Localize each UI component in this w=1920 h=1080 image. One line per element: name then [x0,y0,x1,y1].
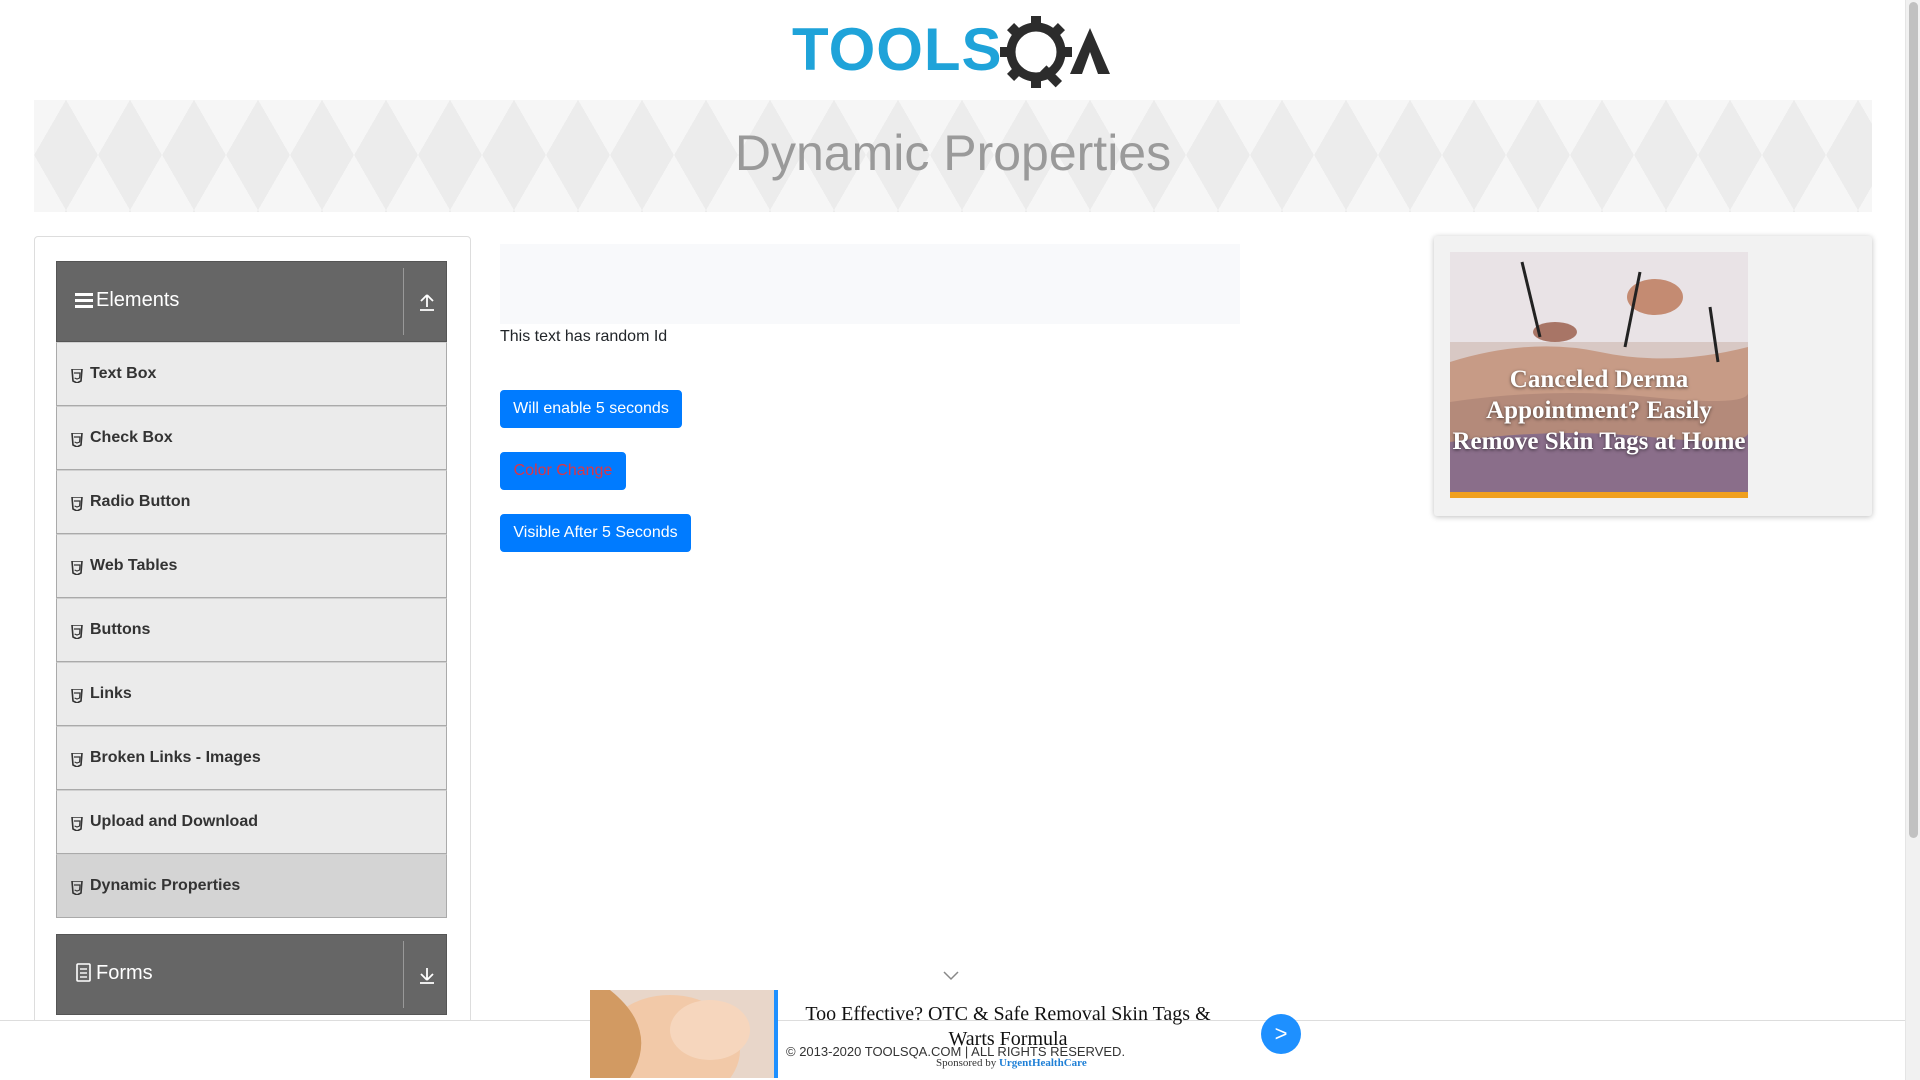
ad-sponsor-name[interactable]: UrgentHealthCare [999,1057,1087,1069]
elements-menu-list: Text Box Check Box Radio Button Web Tabl… [56,342,447,918]
html-icon [71,881,83,895]
menu-item-buttons[interactable]: Buttons [56,598,447,662]
group-divider [403,268,404,335]
menu-item-label: Text Box [90,365,157,382]
collapse-up-icon[interactable] [416,291,438,313]
menu-item-label: Dynamic Properties [90,877,241,894]
color-change-button[interactable]: Color Change [500,452,626,490]
ad-accent-bar [774,990,778,1078]
group-header-forms[interactable]: Forms [56,934,447,1015]
html-icon [71,561,83,575]
menu-item-label: Links [90,685,132,702]
random-id-text: This text has random Id [500,328,668,345]
ad-headline[interactable]: Too Effective? OTC & Safe Removal Skin T… [786,1002,1230,1052]
svg-text:TOOLS: TOOLS [792,16,1003,83]
sidebar: Elements Text Box Check Box Radio Button… [34,236,471,1080]
expand-down-icon[interactable] [416,964,438,986]
menu-item-upload-download[interactable]: Upload and Download [56,790,447,854]
toolsqa-logo[interactable]: TOOLS [792,14,1116,90]
menu-item-text-box[interactable]: Text Box [56,342,447,406]
ad-next-button[interactable]: > [1261,1014,1301,1054]
ad-sponsor-prefix: Sponsored by [936,1057,997,1069]
html-icon [71,625,83,639]
menu-item-label: Buttons [90,621,151,638]
group-label-forms: Forms [96,962,153,984]
enable-after-button[interactable]: Will enable 5 seconds [500,390,682,428]
menu-item-check-box[interactable]: Check Box [56,406,447,470]
ad-caption: Canceled Derma Appointment? Easily Remov… [1452,366,1746,455]
ad-image [590,990,774,1078]
document-icon [76,963,91,982]
menu-item-dynamic-properties[interactable]: Dynamic Properties [56,854,447,918]
html-icon [71,369,83,383]
html-icon [71,817,83,831]
menu-item-label: Upload and Download [90,813,258,830]
menu-item-web-tables[interactable]: Web Tables [56,534,447,598]
ad-sponsor-line: Sponsored by UrgentHealthCare [936,1057,1087,1069]
group-header-elements[interactable]: Elements [56,261,447,342]
menu-item-label: Check Box [90,429,173,446]
scrollbar-thumb[interactable] [1909,2,1918,838]
html-icon [71,497,83,511]
menu-item-radio-button[interactable]: Radio Button [56,470,447,534]
menu-item-links[interactable]: Links [56,662,447,726]
html-icon [71,689,83,703]
menu-item-label: Radio Button [90,493,191,510]
page-title: Dynamic Properties [734,125,1172,181]
html-icon [71,753,83,767]
bottom-advertisement[interactable]: Too Effective? OTC & Safe Removal Skin T… [590,990,1301,1078]
menu-item-broken-links[interactable]: Broken Links - Images [56,726,447,790]
html-icon [71,433,83,447]
faint-background-graphic [500,244,1240,324]
right-advertisement[interactable]: Canceled Derma Appointment? Easily Remov… [1434,236,1872,516]
bars-icon [75,293,93,308]
visible-after-button[interactable]: Visible After 5 Seconds [500,514,691,552]
vertical-scrollbar[interactable] [1905,0,1920,1080]
group-label-elements: Elements [96,289,180,311]
menu-item-label: Web Tables [90,557,178,574]
page-title-banner: Dynamic Properties [34,100,1872,212]
group-divider [403,941,404,1008]
chevron-down-icon[interactable] [942,970,960,982]
menu-item-label: Broken Links - Images [90,749,261,766]
